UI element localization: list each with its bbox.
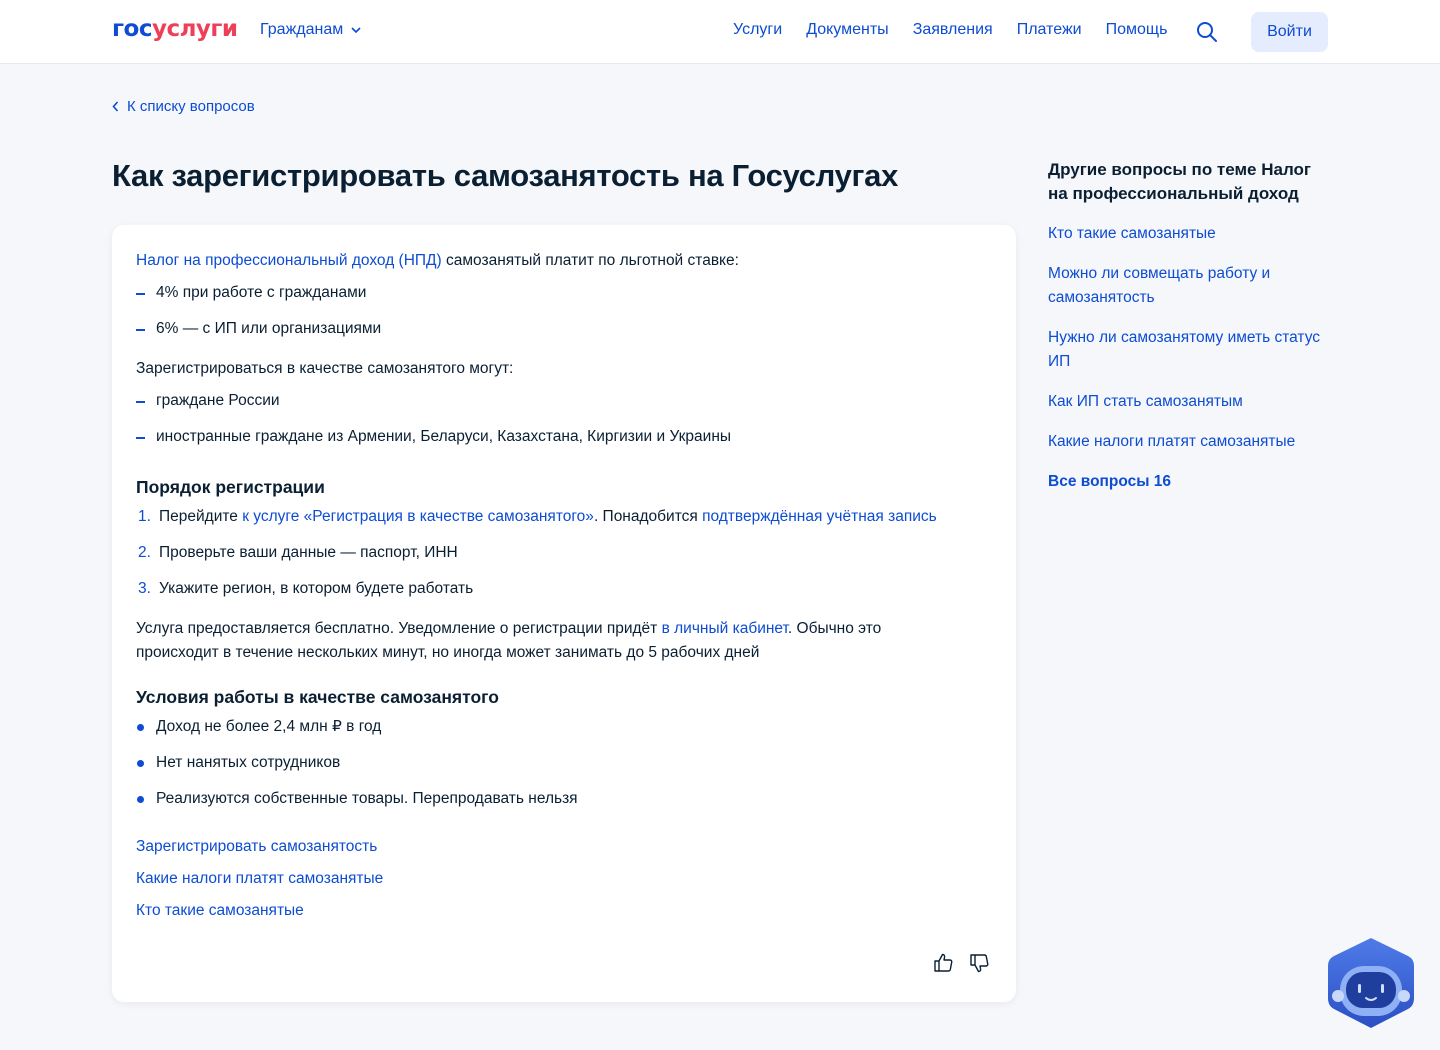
- npd-link[interactable]: Налог на профессиональный доход (НПД): [136, 252, 442, 269]
- article-card: Налог на профессиональный доход (НПД) са…: [112, 225, 1016, 1002]
- chevron-down-icon: [351, 27, 361, 34]
- sidebar-item-taxes[interactable]: Какие налоги платят самозанятые: [1048, 430, 1328, 454]
- conditions-heading: Условия работы в качестве самозанятого: [136, 687, 499, 707]
- step-text: Укажите регион, в котором будете работат…: [159, 580, 474, 597]
- gosuslugi-logo[interactable]: госуслуги: [112, 16, 238, 42]
- search-icon[interactable]: [1196, 21, 1218, 43]
- main-nav: Услуги Документы Заявления Платежи Помощ…: [733, 21, 1167, 39]
- robot-assistant-icon[interactable]: [1326, 936, 1416, 1030]
- intro-paragraph: Налог на профессиональный доход (НПД) са…: [136, 249, 996, 273]
- nav-help[interactable]: Помощь: [1106, 21, 1168, 39]
- who-paragraph: Зарегистрироваться в качестве самозанято…: [136, 360, 514, 377]
- list-item: Реализуются собственные товары. Перепрод…: [136, 787, 996, 823]
- back-link-label: К списку вопросов: [127, 98, 255, 115]
- personal-account-link[interactable]: в личный кабинет: [662, 620, 788, 637]
- thumbs-up-icon[interactable]: [932, 952, 954, 974]
- nav-applications[interactable]: Заявления: [913, 21, 993, 39]
- thumbs-down-icon[interactable]: [968, 952, 990, 974]
- sidebar-item-combine[interactable]: Можно ли совмещать работу и самозанятост…: [1048, 262, 1328, 310]
- sidebar-item-ip-status[interactable]: Нужно ли самозанятому иметь статус ИП: [1048, 326, 1328, 374]
- related-link-who[interactable]: Кто такие самозанятые: [136, 899, 996, 931]
- sidebar-item-who[interactable]: Кто такие самозанятые: [1048, 222, 1328, 246]
- login-button[interactable]: Войти: [1251, 12, 1328, 52]
- list-item: 4% при работе с гражданами: [136, 281, 996, 317]
- list-item: граждане России: [136, 389, 996, 425]
- order-heading: Порядок регистрации: [136, 477, 325, 497]
- nav-services[interactable]: Услуги: [733, 21, 782, 39]
- intro-text: самозанятый платит по льготной ставке:: [441, 252, 739, 269]
- service-registration-link[interactable]: к услуге «Регистрация в качестве самозан…: [242, 508, 594, 525]
- list-item: Доход не более 2,4 млн ₽ в год: [136, 715, 996, 751]
- who-list: граждане России иностранные граждане из …: [136, 389, 996, 461]
- list-item: 6% — с ИП или организациями: [136, 317, 996, 353]
- audience-selector[interactable]: Гражданам: [260, 21, 361, 39]
- other-questions-sidebar: Другие вопросы по теме Налог на професси…: [1048, 158, 1328, 494]
- logo-part-uslugi: услуги: [151, 16, 238, 42]
- sidebar-item-ip-become[interactable]: Как ИП стать самозанятым: [1048, 390, 1328, 414]
- sidebar-title: Другие вопросы по теме Налог на професси…: [1048, 160, 1312, 203]
- steps-list: 1. Перейдите к услуге «Регистрация в кач…: [136, 505, 996, 613]
- audience-label: Гражданам: [260, 21, 344, 38]
- step-text: Перейдите к услуге «Регистрация в качест…: [159, 505, 937, 541]
- list-item: иностранные граждане из Армении, Беларус…: [136, 425, 996, 461]
- rates-list: 4% при работе с гражданами 6% — с ИП или…: [136, 281, 996, 353]
- conditions-list: Доход не более 2,4 млн ₽ в год Нет нанят…: [136, 715, 996, 823]
- list-item: Нет нанятых сотрудников: [136, 751, 996, 787]
- nav-payments[interactable]: Платежи: [1017, 21, 1082, 39]
- step-item: 3. Укажите регион, в котором будете рабо…: [136, 577, 996, 613]
- related-link-taxes[interactable]: Какие налоги платят самозанятые: [136, 867, 996, 899]
- back-to-questions-link[interactable]: К списку вопросов: [112, 98, 255, 115]
- step-item: 2. Проверьте ваши данные — паспорт, ИНН: [136, 541, 996, 577]
- article-body: Налог на профессиональный доход (НПД) са…: [136, 249, 996, 931]
- step-number: 1.: [138, 508, 151, 525]
- step-number: 3.: [138, 580, 151, 597]
- all-questions-link[interactable]: Все вопросы 16: [1048, 470, 1328, 494]
- step-text-b: . Понадобится: [593, 508, 703, 525]
- free-text-a: Услуга предоставляется бесплатно. Уведом…: [136, 620, 662, 637]
- logo-part-gos: гос: [112, 16, 152, 42]
- confirmed-account-link[interactable]: подтверждённая учётная запись: [702, 508, 937, 525]
- related-links: Зарегистрировать самозанятость Какие нал…: [136, 835, 996, 931]
- site-header: госуслуги Гражданам Услуги Документы Зая…: [0, 0, 1440, 64]
- nav-documents[interactable]: Документы: [806, 21, 888, 39]
- related-link-register[interactable]: Зарегистрировать самозанятость: [136, 835, 996, 867]
- step-item: 1. Перейдите к услуге «Регистрация в кач…: [136, 505, 996, 541]
- free-paragraph: Услуга предоставляется бесплатно. Уведом…: [136, 617, 916, 665]
- step-text-a: Перейдите: [159, 508, 243, 525]
- step-text: Проверьте ваши данные — паспорт, ИНН: [159, 544, 458, 561]
- page-title: Как зарегистрировать самозанятость на Го…: [112, 158, 899, 193]
- chevron-left-icon: [112, 101, 119, 112]
- step-number: 2.: [138, 544, 151, 561]
